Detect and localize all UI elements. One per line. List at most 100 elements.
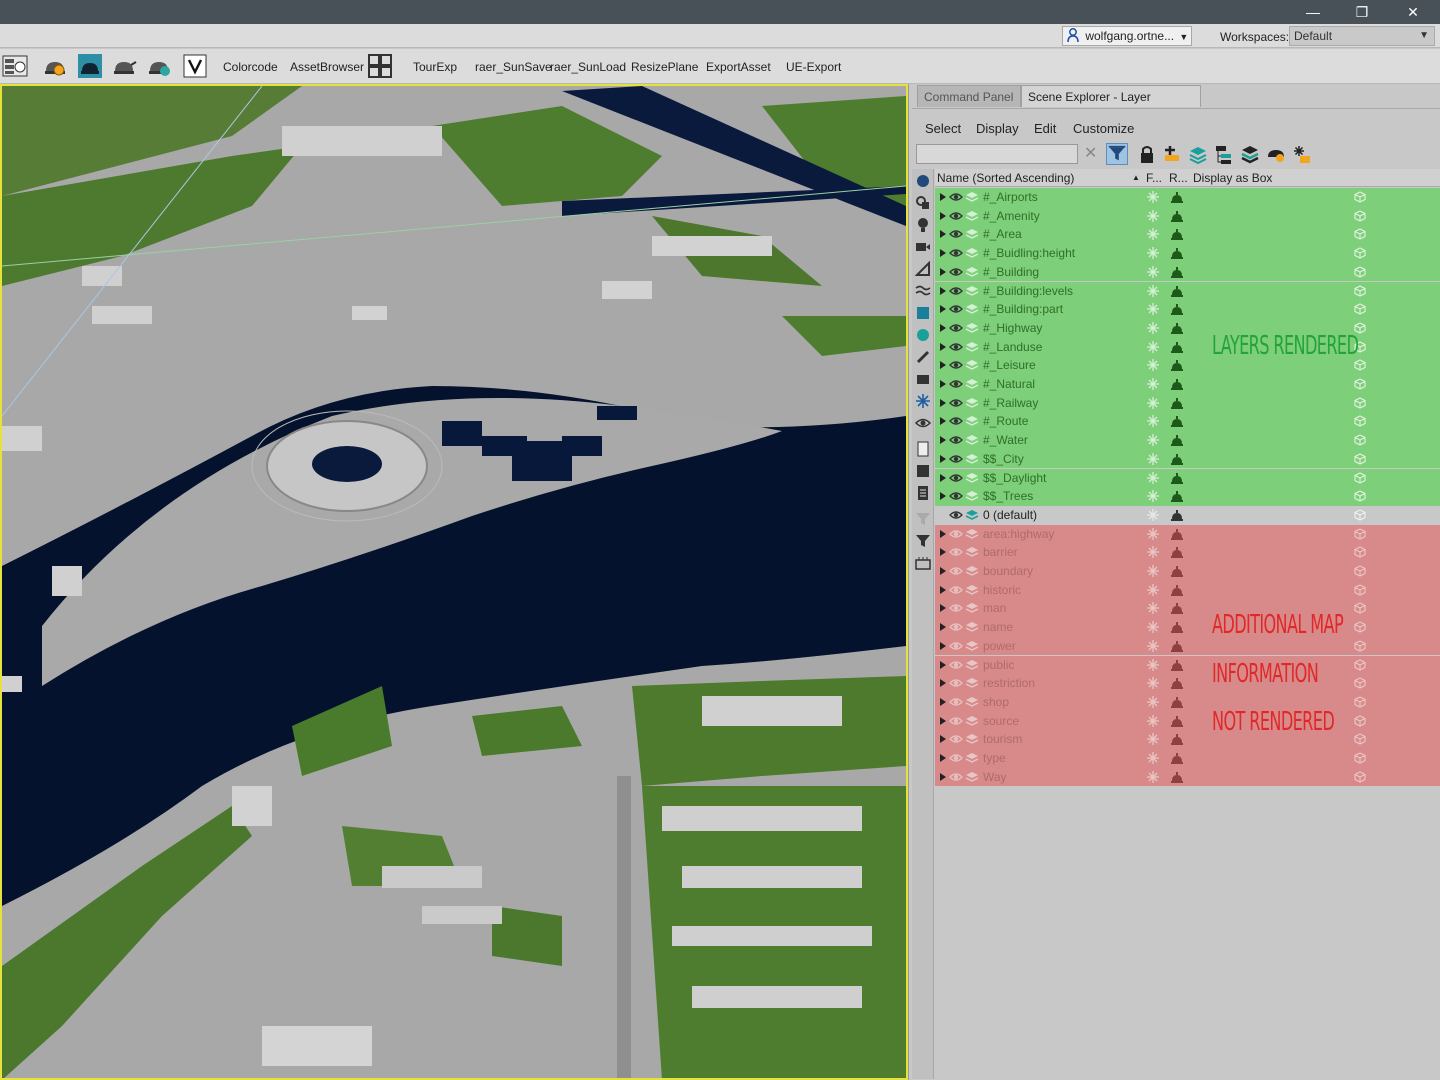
layer-row[interactable]: $$_Daylight xyxy=(935,468,1440,488)
eye-icon[interactable] xyxy=(915,415,931,431)
eye-icon[interactable] xyxy=(949,397,963,409)
teapot-icon[interactable] xyxy=(1170,733,1184,746)
teapot-icon[interactable] xyxy=(1170,247,1184,260)
bone-icon[interactable] xyxy=(915,349,931,365)
snowflake-icon[interactable] xyxy=(1147,714,1159,727)
snowflake-icon[interactable] xyxy=(1147,284,1159,297)
eye-icon[interactable] xyxy=(949,247,963,259)
teapot-icon[interactable] xyxy=(1170,453,1184,465)
layer-row[interactable]: source xyxy=(935,711,1440,731)
teapot-icon[interactable] xyxy=(1170,696,1184,708)
snowflake-icon[interactable] xyxy=(1147,191,1159,203)
expand-arrow-icon[interactable] xyxy=(940,417,946,426)
eye-icon[interactable] xyxy=(949,490,963,502)
snowflake-icon[interactable] xyxy=(1147,508,1159,521)
expand-arrow-icon[interactable] xyxy=(940,623,946,632)
eye-icon[interactable] xyxy=(949,715,963,727)
expand-arrow-icon[interactable] xyxy=(940,342,946,351)
layer-row[interactable]: name xyxy=(935,618,1440,637)
expand-arrow-icon[interactable] xyxy=(940,211,946,220)
teapot-icon[interactable] xyxy=(1170,397,1184,409)
snowflake-icon[interactable] xyxy=(1147,378,1159,390)
box-icon[interactable] xyxy=(1354,640,1366,652)
layer-row[interactable]: #_Area xyxy=(935,225,1440,245)
tab-scene-explorer[interactable]: Scene Explorer - Layer Explorer xyxy=(1021,85,1201,126)
box-icon[interactable] xyxy=(1354,509,1366,521)
eye-icon[interactable] xyxy=(949,565,963,577)
expand-arrow-icon[interactable] xyxy=(940,641,946,650)
teapot-icon[interactable] xyxy=(1170,210,1184,222)
teapot-teal-icon[interactable] xyxy=(146,53,172,79)
expand-arrow-icon[interactable] xyxy=(940,230,946,239)
eye-icon[interactable] xyxy=(949,228,963,240)
shapes-icon[interactable] xyxy=(915,195,931,211)
teapot-settings-icon[interactable] xyxy=(42,53,68,79)
grid-layout-icon[interactable] xyxy=(367,53,393,79)
box-icon[interactable] xyxy=(1354,247,1366,259)
box-icon[interactable] xyxy=(1354,359,1366,371)
expand-arrow-icon[interactable] xyxy=(940,716,946,725)
snowflake-icon[interactable] xyxy=(1147,546,1159,559)
layer-row[interactable]: Way xyxy=(935,767,1440,787)
layer-row[interactable]: #_Amenity xyxy=(935,206,1440,226)
teapot-icon[interactable] xyxy=(1170,303,1184,316)
teapot-icon[interactable] xyxy=(1170,546,1184,559)
hierarchy-icon[interactable] xyxy=(1213,143,1235,165)
expand-arrow-icon[interactable] xyxy=(940,473,946,482)
box-icon[interactable] xyxy=(1354,602,1366,615)
layer-row[interactable]: #_Railway xyxy=(935,393,1440,413)
box-icon[interactable] xyxy=(1354,210,1366,222)
eye-icon[interactable] xyxy=(949,341,963,353)
container-icon[interactable] xyxy=(915,371,931,387)
eye-icon[interactable] xyxy=(949,285,963,297)
expand-arrow-icon[interactable] xyxy=(940,660,946,669)
tourexp-button[interactable]: TourExp xyxy=(413,60,457,74)
box-icon[interactable] xyxy=(1354,714,1366,727)
snowflake-icon[interactable] xyxy=(1147,752,1159,764)
expand-arrow-icon[interactable] xyxy=(940,754,946,762)
teapot-icon[interactable] xyxy=(1170,771,1184,783)
expand-arrow-icon[interactable] xyxy=(940,548,946,557)
snowflake-icon[interactable] xyxy=(1147,565,1159,577)
exportasset-button[interactable]: ExportAsset xyxy=(706,60,771,74)
eye-icon[interactable] xyxy=(949,266,963,278)
snowflake-icon[interactable] xyxy=(1147,527,1159,540)
menu-edit[interactable]: Edit xyxy=(1034,121,1056,136)
box-icon[interactable] xyxy=(1354,565,1366,577)
3d-viewport[interactable] xyxy=(0,84,908,1080)
column-display-as-box[interactable]: Display as Box xyxy=(1193,171,1272,185)
box-icon[interactable] xyxy=(1354,284,1366,297)
box-icon[interactable] xyxy=(1354,266,1366,278)
snowflake-icon[interactable] xyxy=(1147,621,1159,634)
snowflake-icon[interactable] xyxy=(1147,247,1159,260)
menu-select[interactable]: Select xyxy=(925,121,961,136)
box-icon[interactable] xyxy=(1354,677,1366,689)
teapot-icon[interactable] xyxy=(1170,472,1184,484)
layer-row[interactable]: #_Building xyxy=(935,262,1440,282)
expand-arrow-icon[interactable] xyxy=(940,585,946,594)
expand-arrow-icon[interactable] xyxy=(940,436,946,445)
expand-arrow-icon[interactable] xyxy=(940,567,946,575)
teapot-icon[interactable] xyxy=(1170,434,1184,447)
eye-icon[interactable] xyxy=(949,733,963,745)
box-icon[interactable] xyxy=(1354,696,1366,708)
resizeplane-button[interactable]: ResizePlane xyxy=(631,60,698,74)
expand-arrow-icon[interactable] xyxy=(940,604,946,613)
box-icon[interactable] xyxy=(1354,191,1366,203)
teapot-icon[interactable] xyxy=(1170,285,1184,297)
eye-icon[interactable] xyxy=(949,659,963,671)
expand-arrow-icon[interactable] xyxy=(940,249,946,258)
layer-row[interactable]: #_Natural xyxy=(935,375,1440,394)
expand-arrow-icon[interactable] xyxy=(940,398,946,407)
eye-icon[interactable] xyxy=(949,303,963,315)
eye-icon[interactable] xyxy=(949,210,963,222)
snowflake-icon[interactable] xyxy=(1147,452,1159,465)
filter-icon[interactable] xyxy=(1106,143,1128,165)
snowflake-icon[interactable] xyxy=(1147,265,1159,278)
eye-icon[interactable] xyxy=(949,677,963,689)
layer-row[interactable]: #_Building:levels xyxy=(935,281,1440,301)
teapot-layer-icon[interactable] xyxy=(1265,143,1287,165)
layer-row[interactable]: 0 (default) xyxy=(935,505,1440,525)
box-icon[interactable] xyxy=(1354,527,1366,540)
layer-row[interactable]: $$_City xyxy=(935,449,1440,469)
